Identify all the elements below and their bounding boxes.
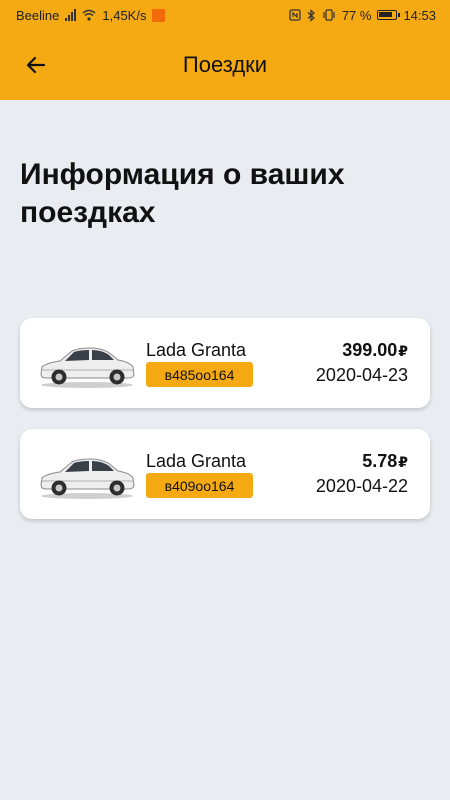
car-icon xyxy=(40,347,135,388)
status-left: Beeline 1,45K/s xyxy=(16,7,166,23)
trip-card[interactable]: Lada Granta в409оо164 5.78₽ 2020-04-22 xyxy=(20,429,430,519)
battery-icon xyxy=(377,10,401,20)
notification-icon xyxy=(152,8,166,22)
carrier-name: Beeline xyxy=(16,7,60,23)
page-heading: Информация о ваших поездках xyxy=(20,158,345,229)
license-plate-badge: в409оо164 xyxy=(146,473,253,498)
status-bar: Beeline 1,45K/s 77 % 14:53 xyxy=(0,0,450,30)
trip-date: 2020-04-23 xyxy=(315,365,408,385)
app-title: Поездки xyxy=(182,52,268,77)
currency-symbol: ₽ xyxy=(398,454,408,470)
battery-percent: 77 % xyxy=(341,7,372,23)
network-speed: 1,45K/s xyxy=(102,7,147,23)
bluetooth-icon xyxy=(307,8,315,22)
car-model: Lada Granta xyxy=(146,340,247,360)
status-right: 77 % 14:53 xyxy=(289,8,436,23)
vibrate-icon xyxy=(323,9,335,21)
trip-price-value: 399.00 xyxy=(342,340,398,360)
back-button[interactable] xyxy=(12,41,60,89)
app-bar: Поездки xyxy=(0,30,450,100)
nfc-icon xyxy=(289,9,301,21)
arrow-left-icon xyxy=(26,56,46,74)
license-plate-badge: в485оо164 xyxy=(146,362,253,387)
trip-price: 399.00₽ xyxy=(342,340,408,361)
car-icon xyxy=(40,458,135,499)
trip-date: 2020-04-22 xyxy=(315,476,408,496)
clock: 14:53 xyxy=(403,7,436,23)
wifi-icon xyxy=(82,9,96,21)
car-model: Lada Granta xyxy=(146,451,247,471)
trip-price-value: 5.78 xyxy=(362,451,398,471)
trip-card[interactable]: Lada Granta в485оо164 399.00₽ 2020-04-23 xyxy=(20,318,430,408)
currency-symbol: ₽ xyxy=(398,343,408,359)
trip-price: 5.78₽ xyxy=(362,451,408,472)
signal-icon xyxy=(65,9,77,21)
